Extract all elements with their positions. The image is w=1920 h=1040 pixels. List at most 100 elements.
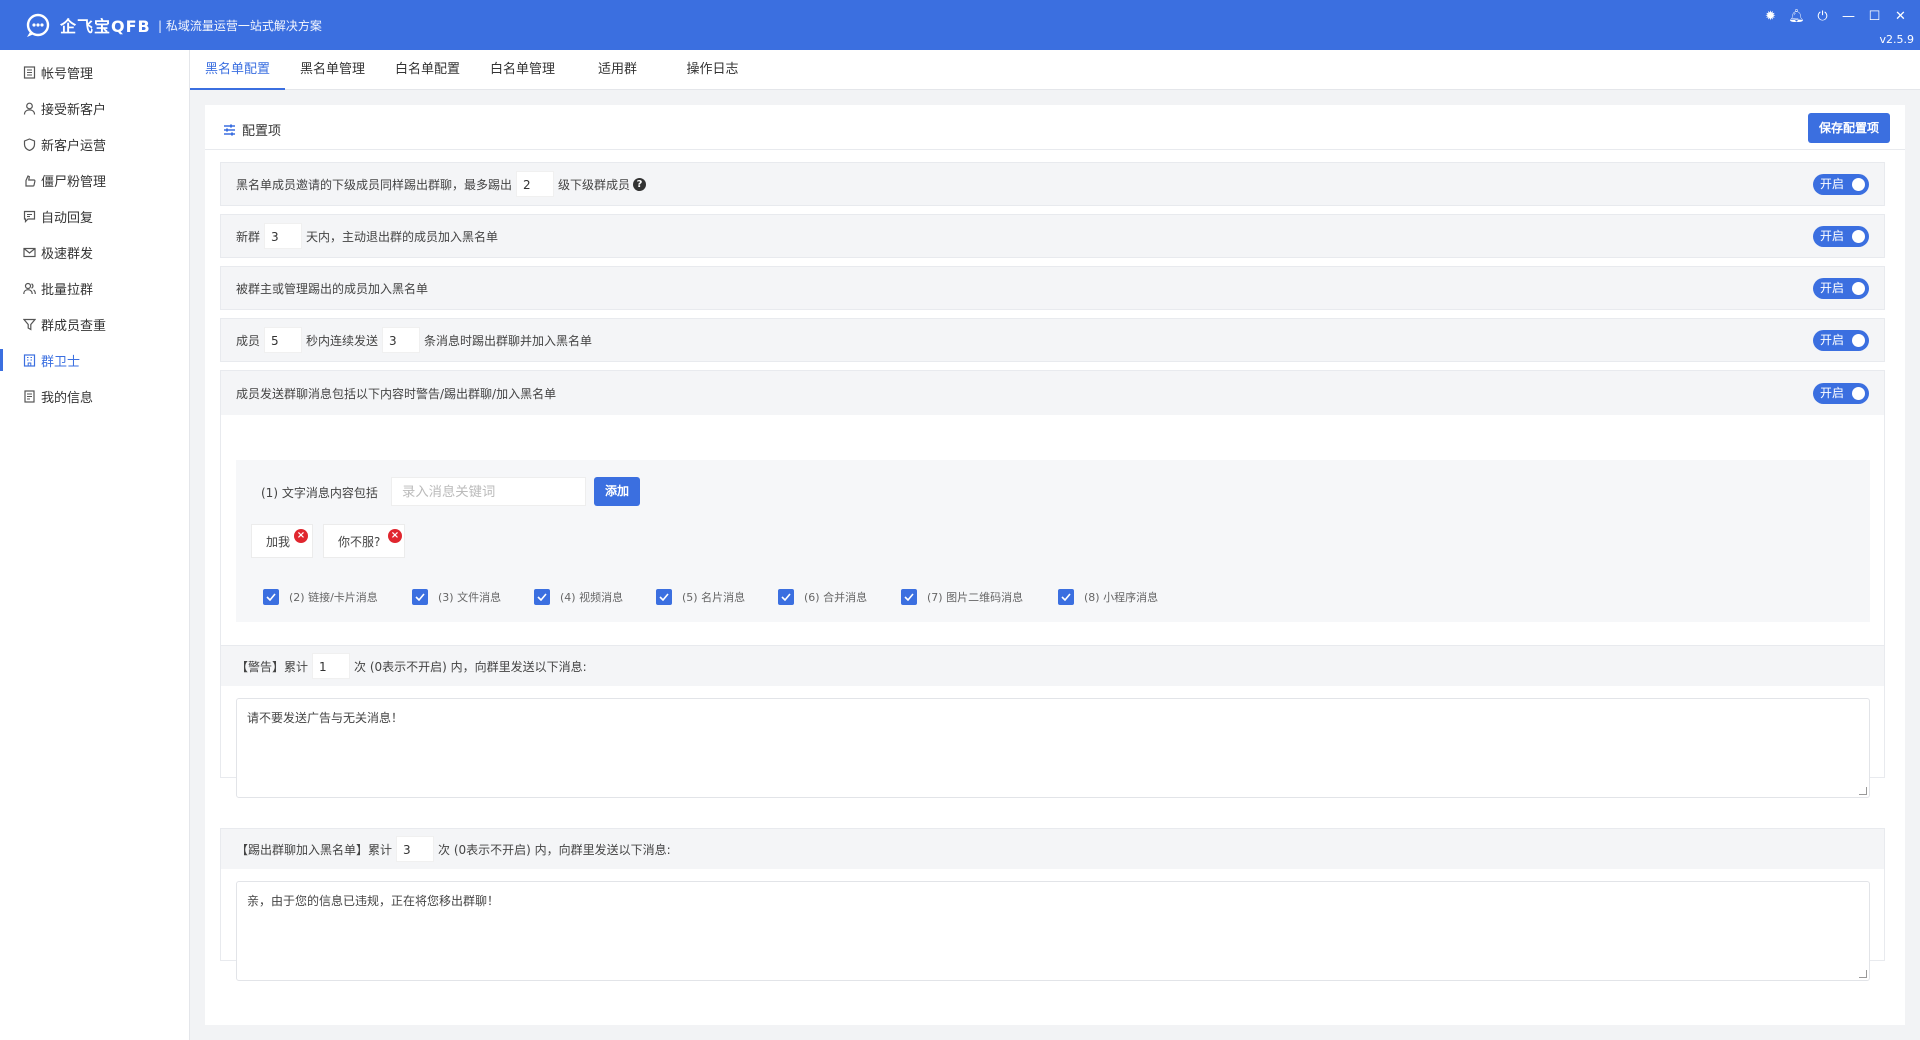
rule-row-invite-chain: 黑名单成员邀请的下级成员同样踢出群聊，最多踢出 2 级下级群成员 ? 开启	[220, 162, 1885, 206]
resize-handle-icon[interactable]	[1859, 970, 1867, 978]
chat-icon	[22, 209, 37, 224]
tab-operation-log[interactable]: 操作日志	[665, 50, 760, 90]
checkbox-mini-program[interactable]: (8) 小程序消息	[1058, 589, 1158, 605]
tab-blacklist-config[interactable]: 黑名单配置	[190, 50, 285, 90]
maximize-icon[interactable]: ☐	[1865, 8, 1884, 25]
help-icon[interactable]: ?	[633, 177, 647, 191]
sidebar-item-label: 新客户运营	[41, 138, 107, 154]
title-bar: 企飞宝QFB | 私域流量运营一站式解决方案 ✹ 🔔︎ ⏻ — ☐ ✕ v2.5…	[0, 0, 1920, 50]
building-icon	[22, 353, 37, 368]
sidebar-item-label: 自动回复	[41, 210, 94, 226]
rule-row-new-group-quit: 新群 3 天内，主动退出群的成员加入黑名单 开启	[220, 214, 1885, 258]
check-icon	[778, 589, 794, 605]
app-version: v2.5.9	[1879, 33, 1915, 46]
check-icon	[534, 589, 550, 605]
sidebar-item-fast-broadcast[interactable]: 极速群发	[0, 234, 189, 270]
panel-title: 配置项	[223, 120, 281, 139]
remove-tag-icon[interactable]: ×	[388, 529, 402, 543]
checkbox-merged[interactable]: (6) 合并消息	[778, 589, 867, 605]
check-icon	[412, 589, 428, 605]
sidebar-item-label: 批量拉群	[41, 282, 94, 298]
checkbox-video[interactable]: (4) 视频消息	[534, 589, 623, 605]
days-input[interactable]: 3	[264, 223, 303, 249]
bug-icon[interactable]: ✹	[1761, 8, 1780, 25]
rule-row-kicked-by-admin: 被群主或管理踢出的成员加入黑名单 开启	[220, 266, 1885, 310]
logo-icon	[26, 13, 50, 37]
sliders-icon	[224, 124, 235, 135]
sidebar-item-member-dedup[interactable]: 群成员查重	[0, 306, 189, 342]
check-icon	[1058, 589, 1074, 605]
hand-icon	[22, 173, 37, 188]
filter-icon	[22, 317, 37, 332]
rule-toggle[interactable]: 开启	[1813, 278, 1869, 299]
resize-handle-icon[interactable]	[1859, 787, 1867, 795]
keyword-label: (1) 文字消息内容包括	[261, 486, 378, 500]
panel-header: 配置项 保存配置项	[205, 105, 1905, 150]
sidebar-item-new-customer-ops[interactable]: 新客户运营	[0, 126, 189, 162]
sidebar-item-account[interactable]: 帐号管理	[0, 54, 189, 90]
sidebar-item-label: 帐号管理	[41, 66, 94, 82]
kick-message-box: 【踢出群聊加入黑名单】累计 3 次 (0表示不开启) 内，向群里发送以下消息: …	[220, 828, 1885, 981]
check-icon	[263, 589, 279, 605]
sidebar: 帐号管理 接受新客户 新客户运营 僵尸粉管理 自动回复 极速群发 批量拉群 群成…	[0, 50, 190, 1040]
sidebar-item-label: 极速群发	[41, 246, 94, 262]
warning-message-box: 【警告】累计 1 次 (0表示不开启) 内，向群里发送以下消息: 请不要发送广告…	[220, 645, 1885, 798]
message-type-area: (2) 链接/卡片消息 (3) 文件消息 (4) 视频消息 (5) 名片消息 (…	[236, 575, 1870, 622]
window-controls: ✹ 🔔︎ ⏻ — ☐ ✕	[1761, 8, 1910, 25]
app-slogan: | 私域流量运营一站式解决方案	[158, 19, 322, 33]
check-icon	[901, 589, 917, 605]
config-panel: 配置项 保存配置项 黑名单成员邀请的下级成员同样踢出群聊，最多踢出 2 级下级群…	[205, 105, 1905, 1025]
check-icon	[656, 589, 672, 605]
sidebar-item-my-info[interactable]: 我的信息	[0, 378, 189, 414]
rule-row-spam-rate: 成员 5 秒内连续发送 3 条消息时踢出群聊并加入黑名单 开启	[220, 318, 1885, 362]
tab-whitelist-manage[interactable]: 白名单管理	[475, 50, 570, 90]
tab-bar: 黑名单配置 黑名单管理 白名单配置 白名单管理 适用群 操作日志	[190, 50, 1920, 90]
remove-tag-icon[interactable]: ×	[294, 529, 308, 543]
keyword-tag: 你不服? ×	[323, 524, 405, 558]
warning-count-input[interactable]: 1	[312, 653, 351, 679]
sidebar-item-label: 僵尸粉管理	[41, 174, 107, 190]
close-icon[interactable]: ✕	[1891, 8, 1910, 25]
account-icon	[22, 65, 37, 80]
sidebar-item-label: 接受新客户	[41, 102, 107, 118]
power-icon[interactable]: ⏻	[1813, 8, 1832, 25]
sidebar-item-zombie-fans[interactable]: 僵尸粉管理	[0, 162, 189, 198]
max-level-input[interactable]: 2	[516, 171, 555, 197]
mail-icon	[22, 245, 37, 260]
sidebar-item-auto-reply[interactable]: 自动回复	[0, 198, 189, 234]
checkbox-qrcode-image[interactable]: (7) 图片二维码消息	[901, 589, 1023, 605]
shield-icon	[22, 137, 37, 152]
users-icon	[22, 281, 37, 296]
minimize-icon[interactable]: —	[1839, 8, 1858, 25]
sidebar-item-label: 我的信息	[41, 390, 94, 406]
kick-count-input[interactable]: 3	[396, 836, 435, 862]
rule-toggle[interactable]: 开启	[1813, 174, 1869, 195]
keyword-input[interactable]	[391, 477, 586, 506]
rule-toggle[interactable]: 开启	[1813, 226, 1869, 247]
message-count-input[interactable]: 3	[382, 327, 421, 353]
save-config-button[interactable]: 保存配置项	[1808, 113, 1890, 143]
sidebar-item-batch-group[interactable]: 批量拉群	[0, 270, 189, 306]
rule-toggle[interactable]: 开启	[1813, 330, 1869, 351]
seconds-input[interactable]: 5	[264, 327, 303, 353]
sidebar-item-group-guard[interactable]: 群卫士	[0, 342, 189, 378]
warning-message-textarea[interactable]: 请不要发送广告与无关消息！	[236, 698, 1870, 798]
kick-message-textarea[interactable]: 亲，由于您的信息已违规，正在将您移出群聊！	[236, 881, 1870, 981]
checkbox-link-card[interactable]: (2) 链接/卡片消息	[263, 589, 378, 605]
keyword-tag: 加我 ×	[251, 524, 313, 558]
tab-blacklist-manage[interactable]: 黑名单管理	[285, 50, 380, 90]
rule-toggle[interactable]: 开启	[1813, 383, 1869, 404]
rule-row-content-filter: 成员发送群聊消息包括以下内容时警告/踢出群聊/加入黑名单 开启	[220, 370, 1885, 416]
user-icon	[22, 101, 37, 116]
document-icon	[22, 389, 37, 404]
keyword-area: (1) 文字消息内容包括 添加 加我 × 你不服? ×	[236, 460, 1870, 575]
app-brand: 企飞宝QFB	[60, 17, 151, 36]
bell-icon[interactable]: 🔔︎	[1787, 8, 1806, 25]
checkbox-file[interactable]: (3) 文件消息	[412, 589, 501, 605]
checkbox-namecard[interactable]: (5) 名片消息	[656, 589, 745, 605]
sidebar-item-accept-customers[interactable]: 接受新客户	[0, 90, 189, 126]
sidebar-item-label: 群成员查重	[41, 318, 107, 334]
tab-whitelist-config[interactable]: 白名单配置	[380, 50, 475, 90]
add-keyword-button[interactable]: 添加	[594, 477, 640, 506]
tab-applicable-groups[interactable]: 适用群	[570, 50, 665, 90]
